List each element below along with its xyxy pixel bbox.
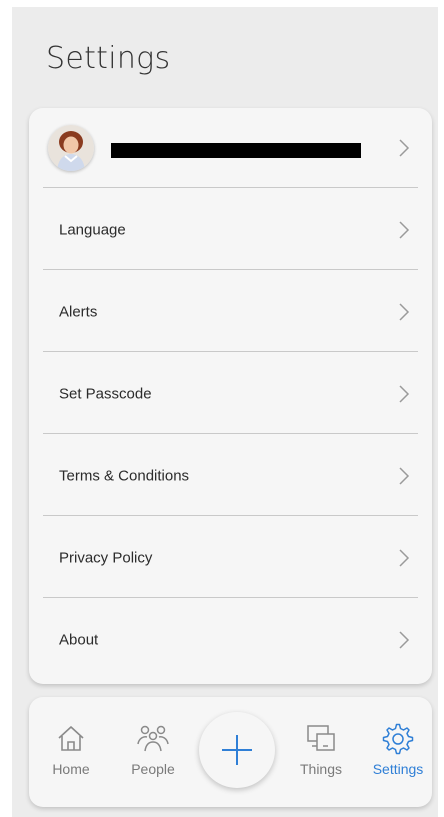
home-icon — [58, 726, 84, 751]
page-title: Settings — [46, 41, 171, 76]
menu-item-set-passcode[interactable]: Set Passcode — [29, 354, 432, 434]
nav-label-people: People — [131, 761, 175, 777]
nav-item-settings[interactable]: Settings — [368, 697, 428, 807]
avatar-portrait-icon — [48, 125, 94, 171]
row-divider — [43, 597, 418, 598]
nav-label-things: Things — [299, 761, 343, 777]
nav-label-home: Home — [52, 761, 90, 777]
menu-item-terms-conditions[interactable]: Terms & Conditions — [29, 436, 432, 516]
menu-item-alerts[interactable]: Alerts — [29, 272, 432, 352]
row-divider — [43, 515, 418, 516]
row-divider — [43, 269, 418, 270]
plus-icon — [222, 735, 252, 765]
redacted-name — [111, 143, 361, 158]
row-divider — [43, 433, 418, 434]
chevron-right-icon — [399, 467, 410, 485]
menu-item-about[interactable]: About — [29, 600, 432, 680]
devices-icon — [307, 725, 335, 751]
avatar — [48, 125, 94, 171]
gear-icon — [382, 723, 414, 755]
menu-item-label: Language — [59, 221, 126, 239]
nav-item-home[interactable]: Home — [41, 697, 101, 807]
menu-item-language[interactable]: Language — [29, 190, 432, 270]
chevron-right-icon — [399, 139, 410, 157]
add-button[interactable] — [199, 712, 275, 788]
chevron-right-icon — [399, 221, 410, 239]
nav-item-people[interactable]: People — [123, 697, 183, 807]
nav-item-things[interactable]: Things — [291, 697, 351, 807]
menu-item-label: About — [59, 631, 99, 649]
chevron-right-icon — [399, 631, 410, 649]
row-divider — [43, 351, 418, 352]
row-divider — [43, 187, 418, 188]
nav-label-settings: Settings — [372, 761, 424, 777]
chevron-right-icon — [399, 303, 410, 321]
settings-screen: Settings Language Alerts Set Passcode Te… — [12, 7, 438, 817]
menu-item-label: Alerts — [59, 303, 98, 321]
menu-item-privacy-policy[interactable]: Privacy Policy — [29, 518, 432, 598]
profile-row[interactable] — [29, 108, 432, 188]
people-icon — [137, 725, 169, 752]
chevron-right-icon — [399, 385, 410, 403]
menu-item-label: Terms & Conditions — [59, 467, 190, 485]
menu-item-label: Set Passcode — [59, 385, 152, 403]
settings-card: Language Alerts Set Passcode Terms & Con… — [29, 108, 432, 684]
menu-item-label: Privacy Policy — [59, 549, 153, 567]
chevron-right-icon — [399, 549, 410, 567]
